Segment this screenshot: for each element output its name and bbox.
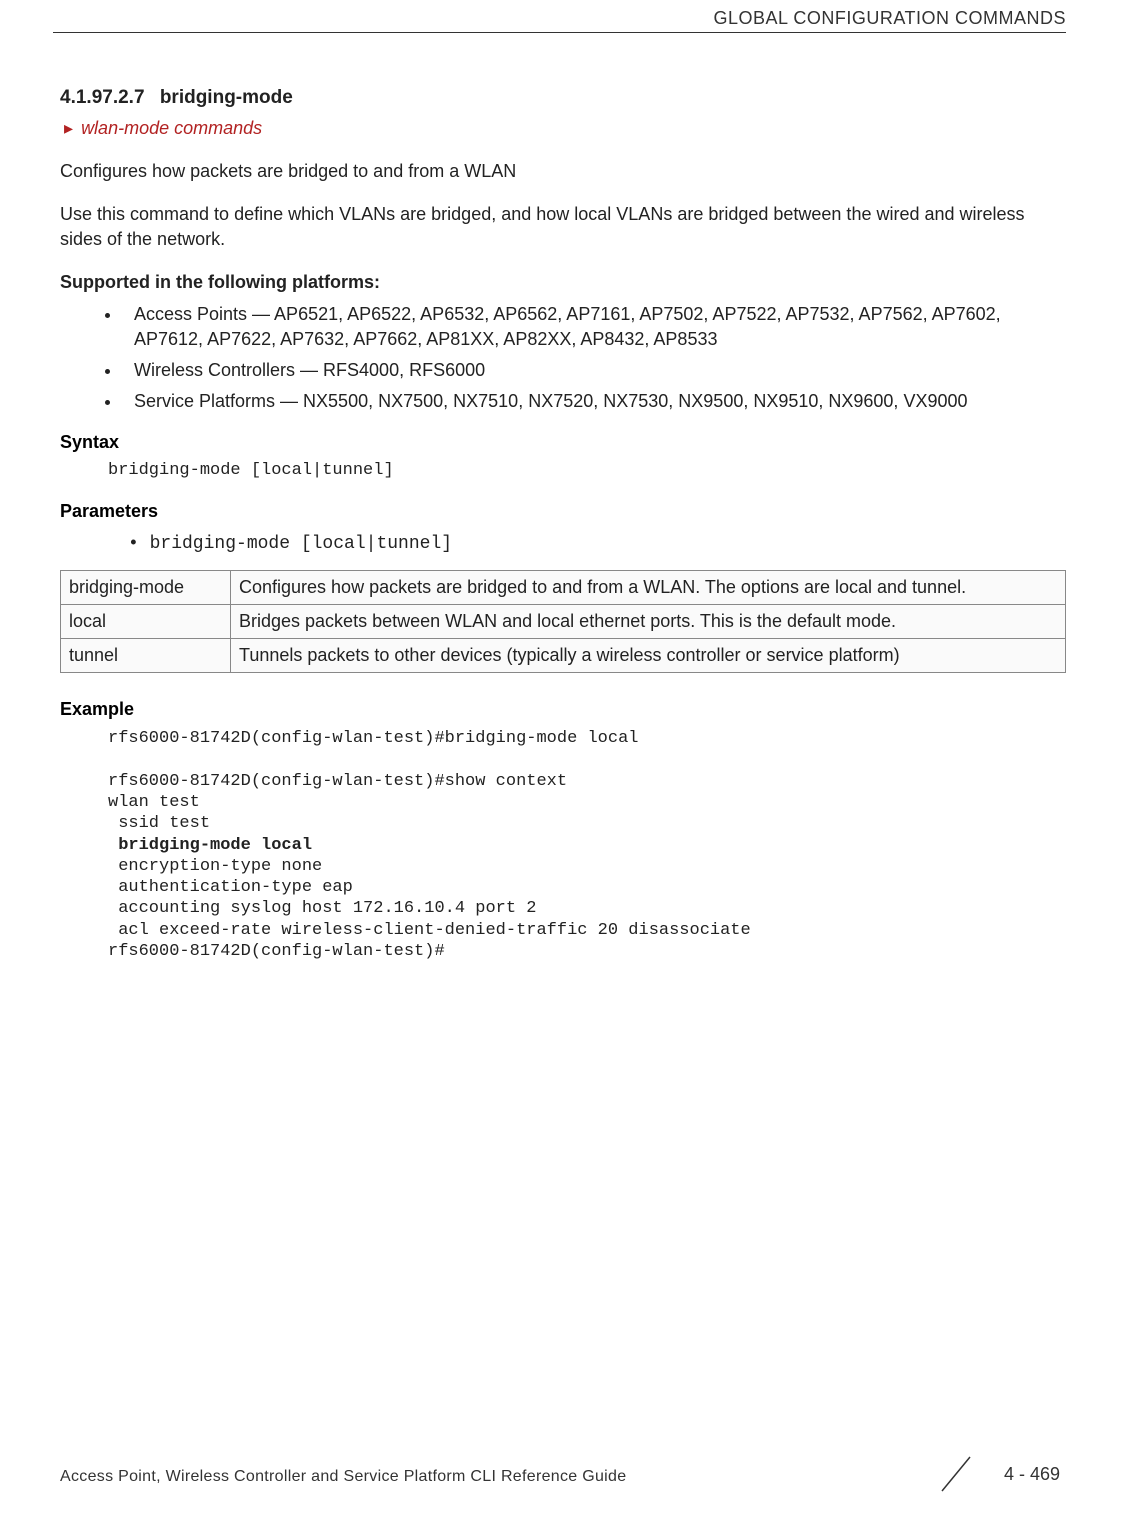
list-item: Service Platforms — NX5500, NX7500, NX75…: [122, 389, 1066, 414]
footer-doc-title: Access Point, Wireless Controller and Se…: [60, 1466, 626, 1488]
syntax-code: bridging-mode [local|tunnel]: [108, 459, 1066, 483]
header-breadcrumb: GLOBAL CONFIGURATION COMMANDS: [713, 6, 1066, 31]
example-code: rfs6000-81742D(config-wlan-test)#bridgin…: [108, 728, 1066, 962]
arrow-right-icon: ▸: [64, 118, 73, 138]
description-para: Configures how packets are bridged to an…: [60, 159, 1066, 184]
page-footer: Access Point, Wireless Controller and Se…: [60, 1453, 1066, 1493]
param-desc: Tunnels packets to other devices (typica…: [231, 639, 1066, 673]
section-number: 4.1.97.2.7: [60, 87, 145, 108]
parameters-table: bridging-mode Configures how packets are…: [60, 570, 1066, 674]
section-title: bridging-mode: [160, 87, 293, 108]
param-name: tunnel: [61, 639, 231, 673]
parameters-heading: Parameters: [60, 499, 1066, 524]
footer-page-box: 4 - 469: [936, 1455, 1066, 1493]
param-name: local: [61, 604, 231, 638]
breadcrumb-text: wlan-mode commands: [81, 118, 262, 138]
param-desc: Configures how packets are bridged to an…: [231, 570, 1066, 604]
parameters-bullet-text: • bridging-mode [local|tunnel]: [128, 534, 452, 554]
platforms-list: Access Points — AP6521, AP6522, AP6532, …: [122, 302, 1066, 415]
section-heading: 4.1.97.2.7 bridging-mode: [60, 85, 1066, 112]
list-item: Access Points — AP6521, AP6522, AP6532, …: [122, 302, 1066, 352]
slash-icon: [936, 1455, 986, 1493]
header-rule: [53, 32, 1066, 33]
table-row: local Bridges packets between WLAN and l…: [61, 604, 1066, 638]
table-row: bridging-mode Configures how packets are…: [61, 570, 1066, 604]
description-para-2: Use this command to define which VLANs a…: [60, 202, 1066, 252]
page-content: 4.1.97.2.7 bridging-mode ▸ wlan-mode com…: [60, 85, 1066, 962]
footer-page-number: 4 - 469: [1004, 1462, 1060, 1487]
syntax-heading: Syntax: [60, 430, 1066, 455]
example-heading: Example: [60, 697, 1066, 722]
param-name: bridging-mode: [61, 570, 231, 604]
list-item: Wireless Controllers — RFS4000, RFS6000: [122, 358, 1066, 383]
platforms-heading: Supported in the following platforms:: [60, 270, 1066, 295]
param-desc: Bridges packets between WLAN and local e…: [231, 604, 1066, 638]
table-row: tunnel Tunnels packets to other devices …: [61, 639, 1066, 673]
breadcrumb: ▸ wlan-mode commands: [60, 116, 1066, 141]
parameters-bullet: • bridging-mode [local|tunnel]: [128, 530, 1066, 557]
